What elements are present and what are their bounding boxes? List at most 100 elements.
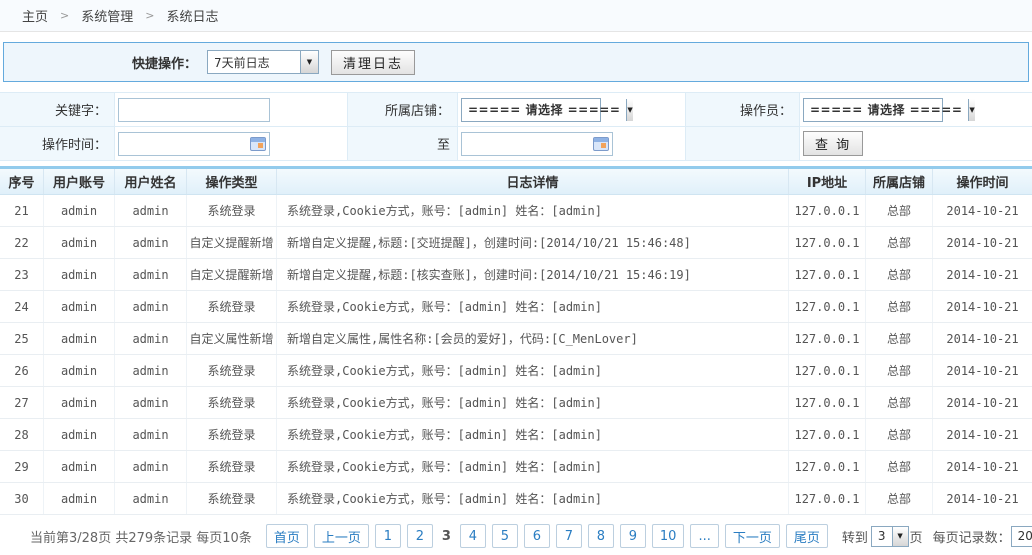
quick-action-label: 快捷操作： <box>4 53 207 72</box>
page-ellipsis-button[interactable]: ... <box>690 524 718 548</box>
cell-account: admin <box>44 323 115 354</box>
to-label: 至 <box>348 127 458 161</box>
cell-shop: 总部 <box>866 419 933 450</box>
search-cell: 查 询 <box>800 127 1032 161</box>
goto-page: 转到 3 ▼ 页 <box>842 526 923 547</box>
breadcrumb-separator-icon: > <box>60 9 69 22</box>
time-label: 操作时间： <box>0 127 115 161</box>
cell-detail: 新增自定义提醒,标题:[核实查账]，创建时间:[2014/10/21 15:46… <box>277 259 789 290</box>
keyword-cell <box>115 93 348 127</box>
cell-ip: 127.0.0.1 <box>789 259 866 290</box>
cell-account: admin <box>44 291 115 322</box>
cell-no: 29 <box>0 451 44 482</box>
cell-name: admin <box>115 291 187 322</box>
page-button-1[interactable]: 1 <box>375 524 401 548</box>
cell-detail: 新增自定义属性,属性名称:[会员的爱好]，代码:[C_MenLover] <box>277 323 789 354</box>
page-size-select-value: 20 <box>1012 527 1032 546</box>
prev-page-button[interactable]: 上一页 <box>314 524 369 548</box>
goto-suffix: 页 <box>910 527 923 546</box>
operator-select[interactable]: ===== 请选择 ===== ▼ <box>803 98 943 122</box>
quick-action-bar: 快捷操作： 7天前日志 ▼ 清理日志 <box>3 42 1029 82</box>
cell-detail: 系统登录,Cookie方式，账号：[admin] 姓名：[admin] <box>277 419 789 450</box>
cell-ip: 127.0.0.1 <box>789 195 866 226</box>
cell-type: 系统登录 <box>187 195 277 226</box>
time-to-input[interactable] <box>461 132 613 156</box>
chevron-down-icon[interactable]: ▼ <box>892 527 908 546</box>
cell-shop: 总部 <box>866 195 933 226</box>
cell-account: admin <box>44 227 115 258</box>
next-page-button[interactable]: 下一页 <box>725 524 780 548</box>
cell-no: 26 <box>0 355 44 386</box>
cell-ip: 127.0.0.1 <box>789 483 866 514</box>
calendar-icon[interactable] <box>593 137 609 151</box>
cell-detail: 系统登录,Cookie方式，账号：[admin] 姓名：[admin] <box>277 483 789 514</box>
page-button-8[interactable]: 8 <box>588 524 614 548</box>
cell-account: admin <box>44 355 115 386</box>
cell-type: 自定义提醒新增 <box>187 259 277 290</box>
first-page-button[interactable]: 首页 <box>266 524 308 548</box>
time-to-cell <box>458 127 686 161</box>
cell-account: admin <box>44 259 115 290</box>
cell-account: admin <box>44 419 115 450</box>
chevron-down-icon[interactable]: ▼ <box>626 99 632 121</box>
table-row: 24 admin admin 系统登录 系统登录,Cookie方式，账号：[ad… <box>0 291 1032 323</box>
page-button-4[interactable]: 4 <box>460 524 486 548</box>
chevron-down-icon[interactable]: ▼ <box>968 99 974 121</box>
log-preset-select-value: 7天前日志 <box>208 51 300 73</box>
cell-ip: 127.0.0.1 <box>789 419 866 450</box>
cell-type: 系统登录 <box>187 451 277 482</box>
page-summary: 当前第3/28页 共279条记录 每页10条 <box>30 527 252 546</box>
page-button-6[interactable]: 6 <box>524 524 550 548</box>
cell-type: 系统登录 <box>187 291 277 322</box>
cell-detail: 系统登录,Cookie方式，账号：[admin] 姓名：[admin] <box>277 291 789 322</box>
cell-detail: 新增自定义提醒,标题:[交班提醒]，创建时间:[2014/10/21 15:46… <box>277 227 789 258</box>
col-header-account: 用户账号 <box>44 169 115 194</box>
cell-detail: 系统登录,Cookie方式，账号：[admin] 姓名：[admin] <box>277 355 789 386</box>
page-size-label: 每页记录数： <box>933 527 1011 546</box>
current-page-indicator: 3 <box>439 529 454 544</box>
cell-name: admin <box>115 355 187 386</box>
search-button[interactable]: 查 询 <box>803 131 863 156</box>
cell-time: 2014-10-21 <box>933 195 1032 226</box>
shop-cell: ===== 请选择 ===== ▼ <box>458 93 686 127</box>
cell-time: 2014-10-21 <box>933 483 1032 514</box>
cell-name: admin <box>115 483 187 514</box>
cell-type: 系统登录 <box>187 483 277 514</box>
page-button-9[interactable]: 9 <box>620 524 646 548</box>
calendar-icon[interactable] <box>250 137 266 151</box>
goto-page-select[interactable]: 3 ▼ <box>871 526 909 547</box>
last-page-button[interactable]: 尾页 <box>786 524 828 548</box>
col-header-time: 操作时间 <box>933 169 1032 194</box>
page-button-5[interactable]: 5 <box>492 524 518 548</box>
pager: 首页 上一页 1 2 3 4 5 6 7 8 9 10 ... 下一页 尾页 <box>266 524 828 548</box>
time-from-input[interactable] <box>118 132 270 156</box>
cell-no: 27 <box>0 387 44 418</box>
cell-account: admin <box>44 195 115 226</box>
cell-no: 24 <box>0 291 44 322</box>
breadcrumb-system-manage[interactable]: 系统管理 <box>81 6 133 25</box>
breadcrumb-home[interactable]: 主页 <box>22 6 48 25</box>
keyword-input[interactable] <box>118 98 270 122</box>
cell-account: admin <box>44 483 115 514</box>
page-button-7[interactable]: 7 <box>556 524 582 548</box>
cell-shop: 总部 <box>866 387 933 418</box>
page-size-select[interactable]: 20 ▼ <box>1011 526 1032 547</box>
log-preset-select[interactable]: 7天前日志 ▼ <box>207 50 319 74</box>
shop-select[interactable]: ===== 请选择 ===== ▼ <box>461 98 601 122</box>
clear-log-button[interactable]: 清理日志 <box>331 50 415 75</box>
cell-name: admin <box>115 195 187 226</box>
cell-no: 21 <box>0 195 44 226</box>
cell-name: admin <box>115 387 187 418</box>
goto-label: 转到 <box>842 527 868 546</box>
operator-cell: ===== 请选择 ===== ▼ <box>800 93 1032 127</box>
shop-label: 所属店铺： <box>348 93 458 127</box>
cell-account: admin <box>44 451 115 482</box>
page-button-2[interactable]: 2 <box>407 524 433 548</box>
table-row: 26 admin admin 系统登录 系统登录,Cookie方式，账号：[ad… <box>0 355 1032 387</box>
breadcrumb-separator-icon: > <box>145 9 154 22</box>
cell-ip: 127.0.0.1 <box>789 291 866 322</box>
page-button-10[interactable]: 10 <box>652 524 685 548</box>
chevron-down-icon[interactable]: ▼ <box>300 51 318 73</box>
page-size: 每页记录数： 20 ▼ <box>933 526 1032 547</box>
col-header-no: 序号 <box>0 169 44 194</box>
